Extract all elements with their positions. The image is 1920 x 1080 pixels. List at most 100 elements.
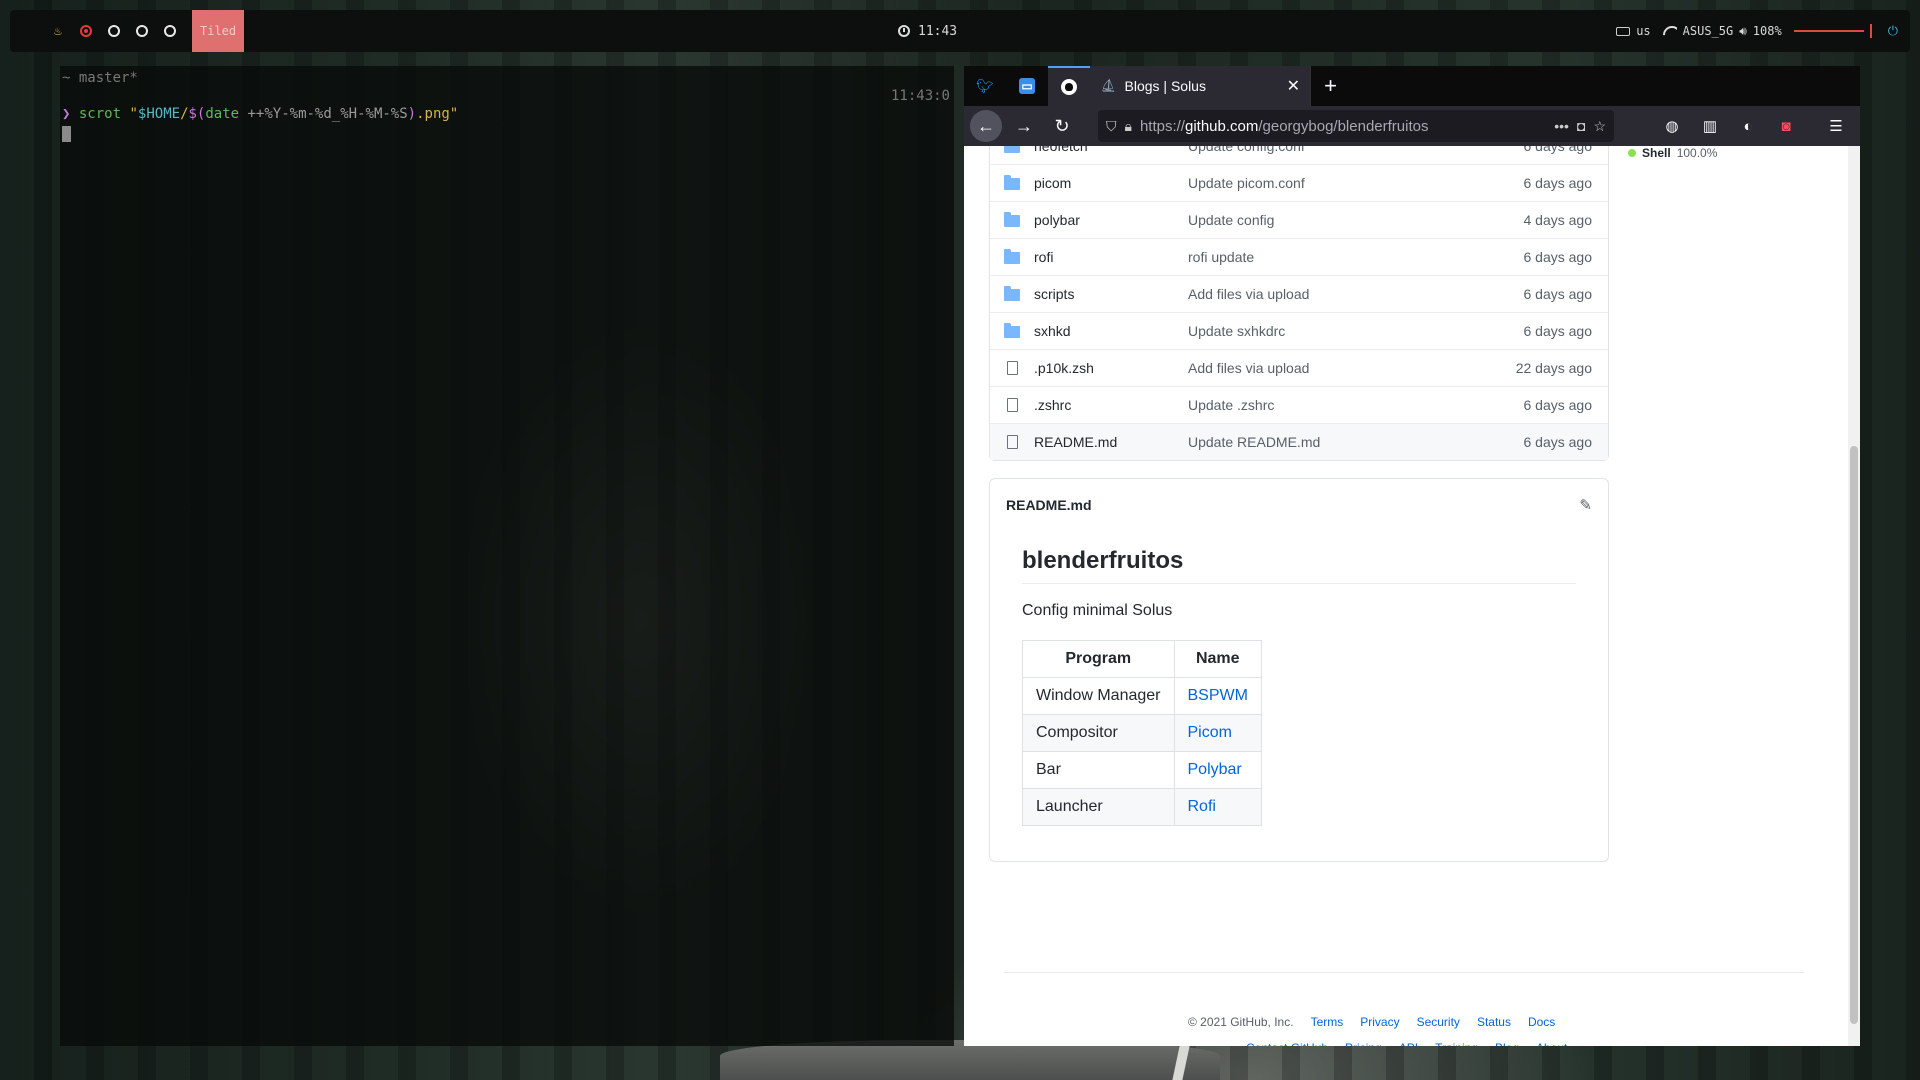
file-row[interactable]: sxhkd Update sxhkdrc 6 days ago	[990, 312, 1608, 349]
pinned-tab-github[interactable]	[1048, 66, 1090, 106]
file-row[interactable]: .zshrc Update .zshrc 6 days ago	[990, 386, 1608, 423]
keyboard-layout[interactable]: us	[1636, 24, 1650, 38]
file-name[interactable]: .p10k.zsh	[1034, 360, 1188, 376]
close-tab-icon[interactable]: ✕	[1287, 76, 1300, 96]
pinned-tab-twitter[interactable]: 🐦︎	[964, 66, 1006, 106]
edit-pencil-icon[interactable]: ✎	[1579, 496, 1592, 514]
language-name[interactable]: Shell	[1642, 146, 1671, 160]
commit-message[interactable]: rofi update	[1188, 249, 1498, 265]
readme-filename[interactable]: README.md	[1006, 497, 1092, 513]
reader-view-icon[interactable]: ▥	[1698, 117, 1722, 135]
file-name[interactable]: picom	[1034, 175, 1188, 191]
footer-link[interactable]: Privacy	[1360, 1015, 1399, 1029]
file-icon-cell	[990, 398, 1034, 412]
commit-message[interactable]: Update .zshrc	[1188, 397, 1498, 413]
footer-link[interactable]: About	[1536, 1041, 1567, 1046]
wifi-ssid[interactable]: ASUS_5G	[1683, 24, 1734, 38]
table-header: Program	[1022, 640, 1175, 678]
file-row[interactable]: rofi rofi update 6 days ago	[990, 238, 1608, 275]
footer-link[interactable]: Status	[1477, 1015, 1511, 1029]
file-name[interactable]: scripts	[1034, 286, 1188, 302]
workspace-circle-icon	[108, 25, 120, 37]
footer-links-row2: Contact GitHub Pricing API Training Blog Abou…	[1246, 1041, 1567, 1046]
workspace-4[interactable]	[128, 10, 156, 52]
layout-mode-indicator[interactable]: Tiled	[192, 10, 245, 52]
commit-message[interactable]: Add files via upload	[1188, 286, 1498, 302]
footer-link[interactable]: Docs	[1528, 1015, 1555, 1029]
file-name[interactable]: polybar	[1034, 212, 1188, 228]
file-row[interactable]: scripts Add files via upload 6 days ago	[990, 275, 1608, 312]
back-button[interactable]: ←	[970, 110, 1002, 142]
footer-link[interactable]: API	[1399, 1041, 1418, 1046]
extension-avatar-icon[interactable]: ◐	[1736, 118, 1760, 135]
file-icon-cell	[990, 212, 1034, 227]
url-bar[interactable]: ⛉ 🔒︎ https://github.com/georgybog/blende…	[1098, 110, 1614, 142]
page-scrollbar-thumb[interactable]	[1850, 446, 1858, 1024]
screenshot-extension-icon[interactable]: ◙	[1774, 118, 1798, 135]
file-icon-cell	[990, 361, 1034, 375]
commit-message[interactable]: Update sxhkdrc	[1188, 323, 1498, 339]
file-row[interactable]: README.md Update README.md 6 days ago	[990, 423, 1608, 460]
workspace-3[interactable]	[100, 10, 128, 52]
footer-link[interactable]: Terms	[1311, 1015, 1344, 1029]
github-icon	[1061, 79, 1077, 95]
lock-icon[interactable]: 🔒︎	[1125, 118, 1132, 135]
new-tab-button[interactable]: +	[1310, 66, 1350, 106]
menu-icon[interactable]: ☰	[1824, 117, 1848, 135]
table-cell-program: Bar	[1022, 751, 1175, 789]
commit-message[interactable]: Add files via upload	[1188, 360, 1498, 376]
readme-heading: blenderfruitos	[1022, 547, 1576, 584]
file-icon-cell	[990, 435, 1034, 449]
command-line[interactable]: ❯ scrot "$HOME/$(date ++%Y-%m-%d_%H-%M-%…	[62, 106, 458, 122]
commit-message[interactable]: Update README.md	[1188, 434, 1498, 450]
command-date: date	[205, 106, 240, 122]
file-name[interactable]: neofetch	[1034, 146, 1188, 154]
globe-icon[interactable]: ◍	[1660, 117, 1684, 135]
file-row[interactable]: picom Update picom.conf 6 days ago	[990, 164, 1608, 201]
file-name[interactable]: sxhkd	[1034, 323, 1188, 339]
footer-link[interactable]: Blog	[1495, 1041, 1519, 1046]
workspace-5[interactable]	[156, 10, 184, 52]
chat-icon: ▭	[1019, 78, 1035, 94]
workspace-2[interactable]	[72, 10, 100, 52]
power-icon[interactable]: ⏻	[1888, 24, 1898, 39]
footer-link[interactable]: Security	[1417, 1015, 1460, 1029]
commit-message[interactable]: Update picom.conf	[1188, 175, 1498, 191]
tab-blogs-solus[interactable]: ⛵︎ Blogs | Solus ✕	[1090, 66, 1310, 106]
url-text[interactable]: https://github.com/georgybog/blenderfrui…	[1140, 118, 1546, 135]
file-row[interactable]: neofetchUpdate config.conf6 days ago	[990, 146, 1608, 164]
file-row[interactable]: polybar Update config 4 days ago	[990, 201, 1608, 238]
table-link[interactable]: Rofi	[1188, 798, 1216, 815]
readme-box: README.md ✎ blenderfruitos Config minima…	[989, 478, 1609, 862]
commit-message[interactable]: Update config.conf	[1188, 146, 1498, 154]
reload-button[interactable]: ↻	[1046, 110, 1078, 142]
footer-link[interactable]: Contact GitHub	[1246, 1041, 1328, 1046]
table-cell-program: Launcher	[1022, 788, 1175, 826]
footer-link[interactable]: Pricing	[1345, 1041, 1382, 1046]
pinned-tab-chat[interactable]: ▭	[1006, 66, 1048, 106]
file-row[interactable]: .p10k.zsh Add files via upload 22 days ago	[990, 349, 1608, 386]
volume-slider-knob[interactable]	[1869, 24, 1872, 38]
bookmark-star-icon[interactable]: ☆	[1593, 118, 1606, 135]
table-link[interactable]: Picom	[1188, 724, 1232, 741]
readme-description: Config minimal Solus	[1022, 602, 1173, 619]
footer-link[interactable]: Training	[1435, 1041, 1478, 1046]
shield-icon[interactable]: ⛉	[1106, 118, 1117, 135]
file-name[interactable]: rofi	[1034, 249, 1188, 265]
file-name[interactable]: README.md	[1034, 434, 1188, 450]
terminal-window[interactable]: ~ master* 11:43:0 ❯ scrot "$HOME/$(date …	[60, 66, 954, 1046]
table-link[interactable]: Polybar	[1188, 761, 1242, 778]
page-content[interactable]: neofetchUpdate config.conf6 days agopico…	[964, 146, 1860, 1046]
commit-age: 6 days ago	[1523, 249, 1593, 265]
file-icon	[1006, 398, 1018, 412]
folder-icon	[1004, 323, 1020, 338]
page-actions-icon[interactable]: •••	[1554, 118, 1569, 134]
pocket-icon[interactable]: ◘	[1577, 118, 1585, 134]
status-bar: ♨ Tiled 11:43 us ASUS_5G 🔊︎ 108% ⏻	[10, 10, 1910, 52]
table-link[interactable]: BSPWM	[1188, 687, 1248, 704]
file-name[interactable]: .zshrc	[1034, 397, 1188, 413]
forward-button[interactable]: →	[1008, 110, 1040, 142]
volume-slider[interactable]	[1793, 30, 1864, 32]
commit-message[interactable]: Update config	[1188, 212, 1498, 228]
workspace-1[interactable]: ♨	[44, 10, 72, 52]
